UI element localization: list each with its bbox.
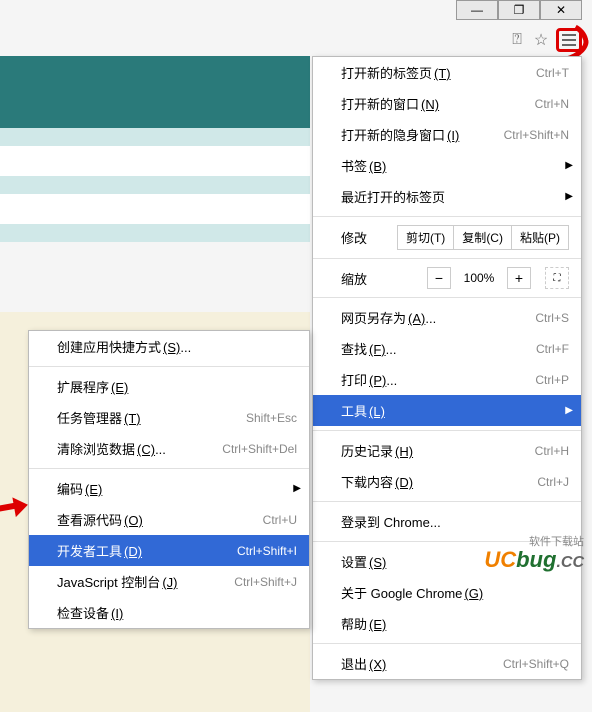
menu-separator bbox=[313, 430, 581, 431]
menu-save-as[interactable]: 网页另存为(A)... Ctrl+S bbox=[313, 302, 581, 333]
menu-new-window[interactable]: 打开新的窗口(N) Ctrl+N bbox=[313, 88, 581, 119]
menu-button[interactable] bbox=[556, 28, 582, 52]
zoom-value: 100% bbox=[457, 271, 501, 285]
menu-print[interactable]: 打印(P)... Ctrl+P bbox=[313, 364, 581, 395]
menu-separator bbox=[313, 541, 581, 542]
submenu-inspect[interactable]: 检查设备(I) bbox=[29, 597, 309, 628]
menu-settings[interactable]: 设置(S) bbox=[313, 546, 581, 577]
menu-separator bbox=[313, 643, 581, 644]
favorite-icon[interactable]: ☆ bbox=[532, 31, 550, 49]
menu-tools[interactable]: 工具(L) ▶ bbox=[313, 395, 581, 426]
menu-separator bbox=[313, 501, 581, 502]
submenu-extensions[interactable]: 扩展程序(E) bbox=[29, 371, 309, 402]
window-controls: — ❐ ✕ bbox=[456, 0, 582, 20]
menu-bookmarks[interactable]: 书签(B) ▶ bbox=[313, 150, 581, 181]
cut-button[interactable]: 剪切(T) bbox=[397, 225, 454, 250]
menu-find[interactable]: 查找(F)... Ctrl+F bbox=[313, 333, 581, 364]
maximize-button[interactable]: ❐ bbox=[498, 0, 540, 20]
menu-downloads[interactable]: 下载内容(D) Ctrl+J bbox=[313, 466, 581, 497]
menu-help[interactable]: 帮助(E) bbox=[313, 608, 581, 639]
menu-zoom-row: 缩放 − 100% + ⛶ bbox=[313, 263, 581, 293]
menu-about[interactable]: 关于 Google Chrome(G) bbox=[313, 577, 581, 608]
submenu-encoding[interactable]: 编码(E) ▶ bbox=[29, 473, 309, 504]
tools-submenu: 创建应用快捷方式(S)... 扩展程序(E) 任务管理器(T) Shift+Es… bbox=[28, 330, 310, 629]
main-menu: 打开新的标签页(T) Ctrl+T 打开新的窗口(N) Ctrl+N 打开新的隐… bbox=[312, 56, 582, 680]
zoom-out-button[interactable]: − bbox=[427, 267, 451, 289]
minimize-button[interactable]: — bbox=[456, 0, 498, 20]
submenu-clear-data[interactable]: 清除浏览数据(C)... Ctrl+Shift+Del bbox=[29, 433, 309, 464]
menu-new-tab[interactable]: 打开新的标签页(T) Ctrl+T bbox=[313, 57, 581, 88]
menu-exit[interactable]: 退出(X) Ctrl+Shift+Q bbox=[313, 648, 581, 679]
copy-button[interactable]: 复制(C) bbox=[454, 225, 512, 250]
edit-label: 修改 bbox=[341, 228, 381, 247]
submenu-dev-tools[interactable]: 开发者工具(D) Ctrl+Shift+I bbox=[29, 535, 309, 566]
chevron-right-icon: ▶ bbox=[565, 160, 573, 171]
submenu-view-source[interactable]: 查看源代码(O) Ctrl+U bbox=[29, 504, 309, 535]
menu-history[interactable]: 历史记录(H) Ctrl+H bbox=[313, 435, 581, 466]
menu-separator bbox=[29, 468, 309, 469]
menu-edit-row: 修改 剪切(T) 复制(C) 粘贴(P) bbox=[313, 221, 581, 254]
paste-button[interactable]: 粘贴(P) bbox=[512, 225, 569, 250]
chevron-right-icon: ▶ bbox=[565, 405, 573, 416]
submenu-create-shortcut[interactable]: 创建应用快捷方式(S)... bbox=[29, 331, 309, 362]
close-button[interactable]: ✕ bbox=[540, 0, 582, 20]
menu-recent-tabs[interactable]: 最近打开的标签页 ▶ bbox=[313, 181, 581, 212]
menu-separator bbox=[29, 366, 309, 367]
chevron-right-icon: ▶ bbox=[293, 483, 301, 494]
menu-separator bbox=[313, 258, 581, 259]
zoom-in-button[interactable]: + bbox=[507, 267, 531, 289]
toolbar: ⍰ ☆ bbox=[508, 28, 582, 52]
zoom-label: 缩放 bbox=[341, 269, 381, 288]
menu-incognito[interactable]: 打开新的隐身窗口(I) Ctrl+Shift+N bbox=[313, 119, 581, 150]
fullscreen-button[interactable]: ⛶ bbox=[545, 267, 569, 289]
menu-separator bbox=[313, 297, 581, 298]
menu-signin[interactable]: 登录到 Chrome... bbox=[313, 506, 581, 537]
submenu-task-manager[interactable]: 任务管理器(T) Shift+Esc bbox=[29, 402, 309, 433]
submenu-js-console[interactable]: JavaScript 控制台(J) Ctrl+Shift+J bbox=[29, 566, 309, 597]
chevron-right-icon: ▶ bbox=[565, 191, 573, 202]
menu-separator bbox=[313, 216, 581, 217]
translate-icon[interactable]: ⍰ bbox=[508, 31, 526, 49]
